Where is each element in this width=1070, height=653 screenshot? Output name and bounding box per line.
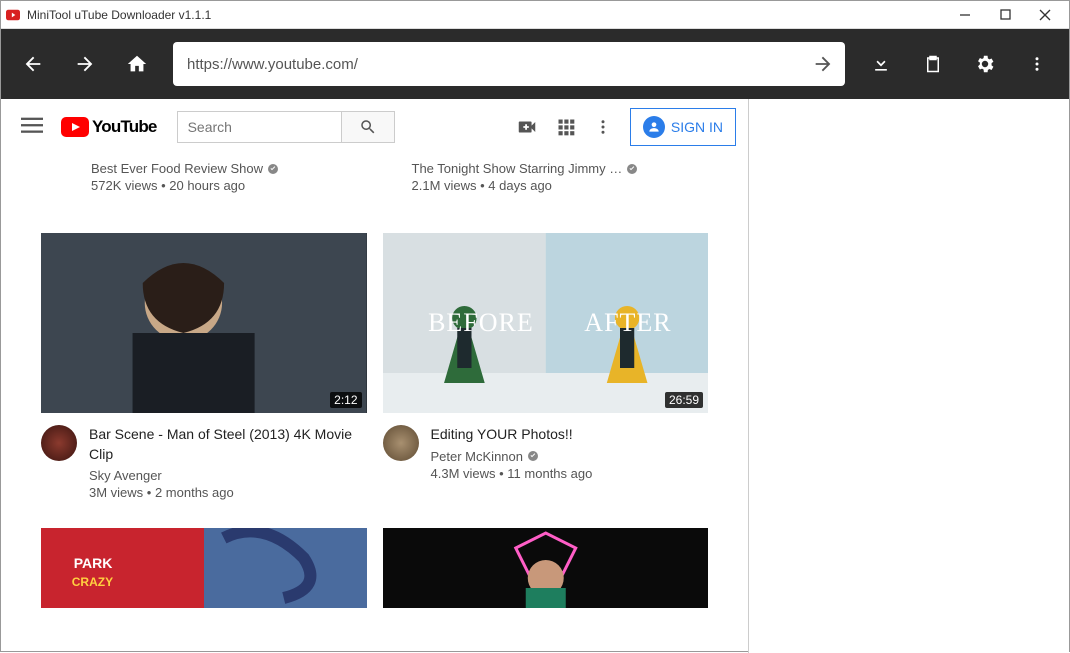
- video-stats: 2.1M views • 4 days ago: [412, 178, 709, 193]
- video-title[interactable]: Editing YOUR Photos!!: [431, 425, 593, 445]
- minimize-button[interactable]: [945, 1, 985, 29]
- sign-in-label: SIGN IN: [671, 119, 723, 135]
- more-button[interactable]: [1013, 40, 1061, 88]
- navigate-button[interactable]: [807, 48, 839, 80]
- window-title: MiniTool uTube Downloader v1.1.1: [27, 8, 945, 22]
- create-video-button[interactable]: [516, 116, 538, 138]
- video-card: BEFORE AFTER 26:59 Editing YOUR Photos!!…: [383, 233, 709, 500]
- verified-icon: [267, 163, 279, 175]
- options-button[interactable]: [594, 118, 612, 136]
- verified-icon: [527, 450, 539, 462]
- sign-in-button[interactable]: SIGN IN: [630, 108, 736, 146]
- settings-button[interactable]: [961, 40, 1009, 88]
- svg-text:PARK: PARK: [74, 555, 113, 571]
- menu-button[interactable]: [13, 106, 51, 149]
- video-thumbnail[interactable]: BEFORE AFTER 26:59: [383, 233, 709, 413]
- channel-name[interactable]: Best Ever Food Review Show: [91, 161, 263, 176]
- back-button[interactable]: [9, 40, 57, 88]
- url-bar: [173, 42, 845, 86]
- channel-name[interactable]: Peter McKinnon: [431, 449, 524, 464]
- title-bar: MiniTool uTube Downloader v1.1.1: [1, 1, 1069, 29]
- youtube-logo-text: YouTube: [92, 117, 157, 137]
- duration-badge: 26:59: [665, 392, 703, 408]
- thumbnail-text: BEFORE: [428, 308, 534, 338]
- video-meta: Best Ever Food Review Show 572K views • …: [91, 161, 388, 193]
- maximize-button[interactable]: [985, 1, 1025, 29]
- channel-avatar[interactable]: [41, 425, 77, 461]
- video-meta: The Tonight Show Starring Jimmy … 2.1M v…: [404, 161, 709, 193]
- video-thumbnail[interactable]: [383, 528, 709, 608]
- person-icon: [643, 116, 665, 138]
- apps-button[interactable]: [556, 117, 576, 137]
- video-title[interactable]: Bar Scene - Man of Steel (2013) 4K Movie…: [89, 425, 367, 464]
- channel-name[interactable]: Sky Avenger: [89, 468, 162, 483]
- home-button[interactable]: [113, 40, 161, 88]
- svg-text:CRAZY: CRAZY: [72, 575, 113, 589]
- youtube-logo[interactable]: YouTube: [61, 117, 157, 137]
- forward-button[interactable]: [61, 40, 109, 88]
- youtube-header: YouTube SIGN IN: [1, 99, 748, 155]
- video-stats: 572K views • 20 hours ago: [91, 178, 388, 193]
- channel-avatar[interactable]: [383, 425, 419, 461]
- duration-badge: 2:12: [330, 392, 361, 408]
- youtube-search-input[interactable]: [177, 111, 341, 143]
- channel-name[interactable]: The Tonight Show Starring Jimmy …: [412, 161, 623, 176]
- video-card: 2:12 Bar Scene - Man of Steel (2013) 4K …: [41, 233, 367, 500]
- close-button[interactable]: [1025, 1, 1065, 29]
- verified-icon: [626, 163, 638, 175]
- url-input[interactable]: [187, 42, 807, 86]
- video-thumbnail[interactable]: 2:12: [41, 233, 367, 413]
- download-button[interactable]: [857, 40, 905, 88]
- youtube-page: Best Ever Food Review Show 572K views • …: [1, 99, 749, 653]
- video-stats: 3M views • 2 months ago: [89, 485, 367, 500]
- side-panel: [749, 99, 1069, 653]
- clipboard-button[interactable]: [909, 40, 957, 88]
- youtube-search-button[interactable]: [341, 111, 395, 143]
- app-icon: [5, 7, 21, 23]
- browser-toolbar: [1, 29, 1069, 99]
- thumbnail-text: AFTER: [584, 308, 671, 338]
- video-thumbnail[interactable]: PARK CRAZY: [41, 528, 367, 608]
- video-stats: 4.3M views • 11 months ago: [431, 466, 593, 481]
